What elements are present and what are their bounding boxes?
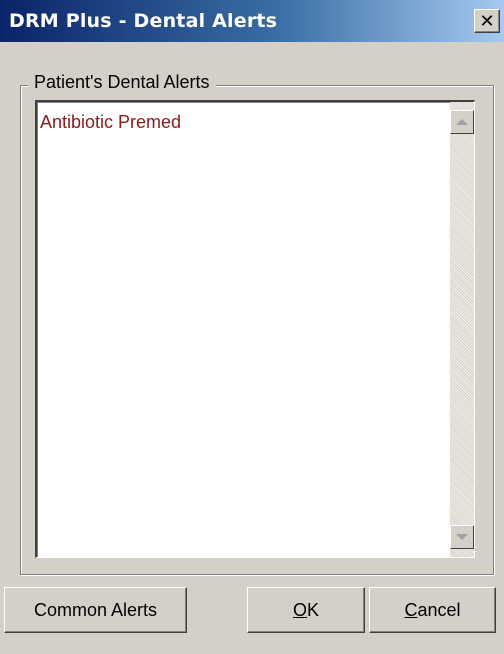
common-alerts-button[interactable]: Common Alerts <box>4 587 187 633</box>
cancel-button[interactable]: Cancel <box>369 587 496 633</box>
scroll-down-button[interactable] <box>450 525 474 549</box>
list-item[interactable]: Antibiotic Premed <box>40 112 181 133</box>
arrow-down-icon <box>456 534 468 540</box>
close-icon: ✕ <box>479 10 495 32</box>
close-button[interactable]: ✕ <box>474 9 500 33</box>
alerts-listbox[interactable]: Antibiotic Premed <box>35 100 475 558</box>
scroll-up-button[interactable] <box>450 110 474 134</box>
arrow-up-icon <box>456 119 468 125</box>
ok-button[interactable]: OK <box>247 587 365 633</box>
ok-label: OK <box>292 599 320 620</box>
cancel-label: Cancel <box>404 599 461 620</box>
group-label: Patient's Dental Alerts <box>28 72 216 93</box>
vertical-scrollbar[interactable] <box>450 102 474 557</box>
title-bar[interactable]: DRM Plus - Dental Alerts ✕ <box>0 0 504 42</box>
window-title: DRM Plus - Dental Alerts <box>9 10 278 32</box>
common-alerts-label: Common Alerts <box>33 599 158 620</box>
